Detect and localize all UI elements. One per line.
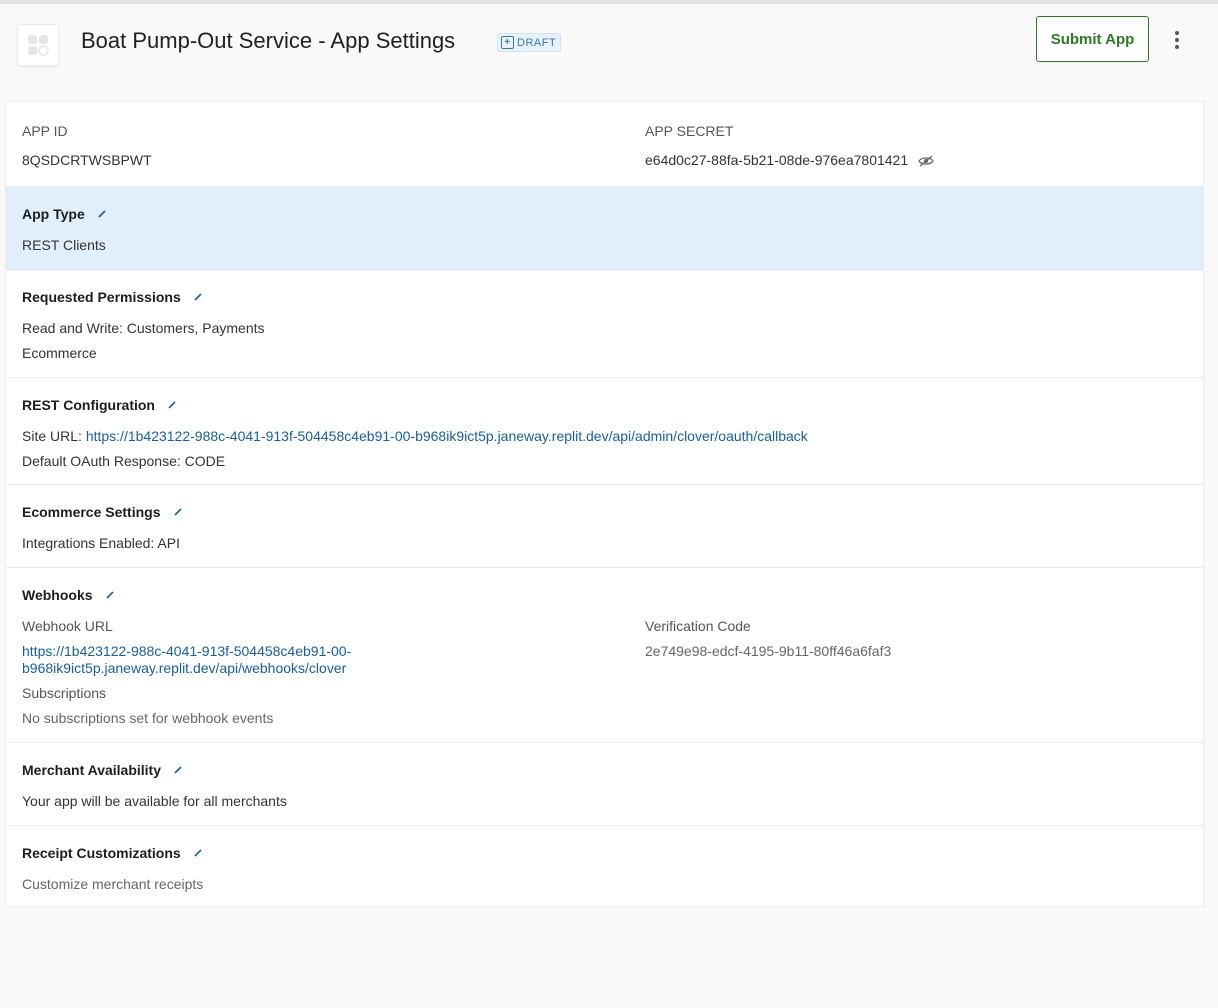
site-url-label: Site URL: <box>22 428 82 444</box>
receipt-section: Receipt Customizations Customize merchan… <box>6 826 1203 906</box>
subscriptions-value: No subscriptions set for webhook events <box>22 710 274 726</box>
verification-code-label: Verification Code <box>645 618 751 634</box>
page-header: Boat Pump-Out Service - App Settings + D… <box>0 4 1218 96</box>
app-type-title-text: App Type <box>22 206 85 222</box>
permissions-section: Requested Permissions Read and Write: Cu… <box>6 270 1203 378</box>
more-options-icon[interactable] <box>1166 26 1188 54</box>
oauth-response: Default OAuth Response: CODE <box>22 453 226 469</box>
hide-secret-icon[interactable] <box>918 155 934 167</box>
edit-permissions-icon[interactable] <box>193 292 203 302</box>
edit-ecommerce-icon[interactable] <box>173 507 183 517</box>
webhook-url-link[interactable]: https://1b423122-988c-4041-913f-504458c4… <box>22 643 351 677</box>
edit-app-type-icon[interactable] <box>97 209 107 219</box>
site-url-link[interactable]: https://1b423122-988c-4041-913f-504458c4… <box>86 428 808 444</box>
edit-rest-config-icon[interactable] <box>167 400 177 410</box>
rest-config-section: REST Configuration Site URL: https://1b4… <box>6 378 1203 485</box>
ecommerce-value: Integrations Enabled: API <box>22 535 180 551</box>
app-type-value: REST Clients <box>22 237 106 253</box>
permissions-line-1: Read and Write: Customers, Payments <box>22 320 265 336</box>
webhook-url-line-2: b968ik9ict5p.janeway.replit.dev/api/webh… <box>22 660 347 676</box>
app-logo-icon <box>17 24 59 66</box>
receipt-title-text: Receipt Customizations <box>22 845 181 861</box>
rest-config-title: REST Configuration <box>22 397 177 413</box>
merchant-title: Merchant Availability <box>22 762 183 778</box>
ecommerce-section: Ecommerce Settings Integrations Enabled:… <box>6 485 1203 568</box>
site-url-row: Site URL: https://1b423122-988c-4041-913… <box>22 428 808 444</box>
app-type-title: App Type <box>22 206 107 222</box>
webhooks-section: Webhooks Webhook URL https://1b423122-98… <box>6 568 1203 743</box>
subscriptions-label: Subscriptions <box>22 685 107 701</box>
credentials-section: APP ID 8QSDCRTWSBPWT APP SECRET e64d0c27… <box>6 102 1203 187</box>
draft-badge: + DRAFT <box>497 33 562 52</box>
webhooks-title: Webhooks <box>22 587 115 603</box>
draft-plus-icon: + <box>501 36 514 49</box>
page-title: Boat Pump-Out Service - App Settings <box>81 28 456 53</box>
merchant-section: Merchant Availability Your app will be a… <box>6 743 1203 826</box>
edit-receipt-icon[interactable] <box>193 848 203 858</box>
verification-code-value: 2e749e98-edcf-4195-9b11-80ff46a6faf3 <box>645 643 892 659</box>
edit-merchant-icon[interactable] <box>173 765 183 775</box>
rest-config-title-text: REST Configuration <box>22 397 155 413</box>
settings-panel: APP ID 8QSDCRTWSBPWT APP SECRET e64d0c27… <box>5 101 1204 907</box>
permissions-title: Requested Permissions <box>22 289 203 305</box>
merchant-value: Your app will be available for all merch… <box>22 793 287 809</box>
receipt-title: Receipt Customizations <box>22 845 203 861</box>
webhook-url-line-1: https://1b423122-988c-4041-913f-504458c4… <box>22 643 352 659</box>
app-id-value: 8QSDCRTWSBPWT <box>22 152 152 168</box>
permissions-title-text: Requested Permissions <box>22 289 181 305</box>
app-secret-value: e64d0c27-88fa-5b21-08de-976ea7801421 <box>645 152 909 168</box>
permissions-line-2: Ecommerce <box>22 345 97 361</box>
webhook-url-label: Webhook URL <box>22 618 113 634</box>
app-secret-label: APP SECRET <box>645 123 734 139</box>
app-type-section: App Type REST Clients <box>6 187 1203 270</box>
merchant-title-text: Merchant Availability <box>22 762 162 778</box>
submit-app-button[interactable]: Submit App <box>1036 16 1149 62</box>
ecommerce-title-text: Ecommerce Settings <box>22 504 161 520</box>
edit-webhooks-icon[interactable] <box>105 590 115 600</box>
webhooks-title-text: Webhooks <box>22 587 93 603</box>
receipt-value: Customize merchant receipts <box>22 876 204 892</box>
draft-badge-label: DRAFT <box>517 36 557 49</box>
app-id-label: APP ID <box>22 123 68 139</box>
ecommerce-title: Ecommerce Settings <box>22 504 183 520</box>
app-secret-row: e64d0c27-88fa-5b21-08de-976ea7801421 <box>645 152 934 168</box>
